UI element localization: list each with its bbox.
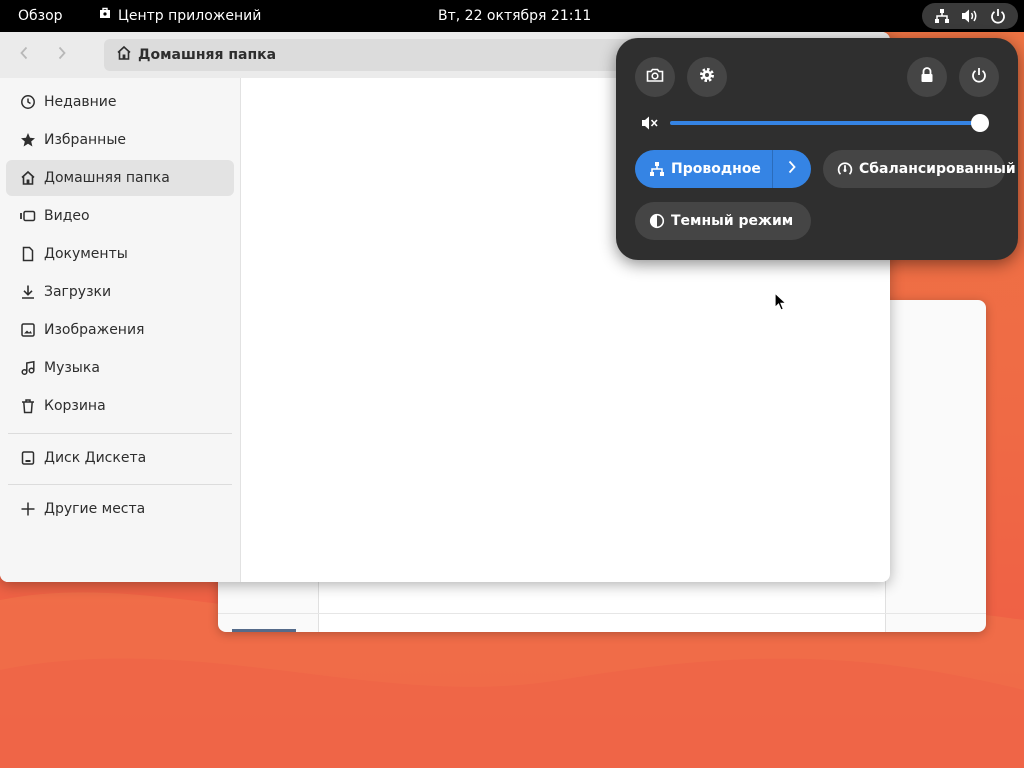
sidebar-item-label: Корзина [44, 398, 106, 414]
volume-slider[interactable] [670, 114, 989, 132]
sidebar-item-label: Другие места [44, 501, 146, 517]
path-bar[interactable]: Домашняя папка [104, 39, 704, 71]
lock-screen-button[interactable] [907, 57, 947, 97]
volume-slider-fill [670, 121, 980, 125]
gear-icon [698, 66, 716, 88]
power-mode-toggle[interactable]: Сбалансированный [823, 150, 1016, 188]
power-mode-label: Сбалансированный [859, 161, 1016, 177]
app-menu-button[interactable]: Центр приложений [98, 0, 261, 32]
activities-button[interactable]: Обзор [18, 0, 63, 32]
network-wired-icon [649, 161, 665, 177]
app-name: Центр приложений [118, 8, 262, 24]
network-toggle-label: Проводное [671, 161, 761, 177]
sidebar: Недавние Избранные Домашняя папка Видео … [0, 78, 241, 582]
volume-icon [961, 8, 979, 24]
dark-mode-label: Темный режим [671, 213, 794, 229]
home-icon [116, 45, 132, 65]
dark-mode-icon [649, 213, 665, 229]
mouse-cursor-icon [774, 292, 788, 311]
sidebar-item-label: Музыка [44, 360, 100, 376]
chevron-right-icon [787, 160, 797, 178]
document-icon [20, 246, 36, 262]
sidebar-item-label: Документы [44, 246, 128, 262]
sidebar-divider [8, 433, 232, 434]
top-bar: Обзор Центр приложений Вт, 22 октября 21… [0, 0, 1024, 32]
sidebar-item-downloads[interactable]: Загрузки [6, 274, 234, 310]
music-icon [20, 360, 36, 376]
sidebar-item-starred[interactable]: Избранные [6, 122, 234, 158]
sidebar-item-floppy-drive[interactable]: Диск Дискета [6, 440, 234, 476]
sidebar-item-label: Диск Дискета [44, 450, 147, 466]
sidebar-item-other-locations[interactable]: Другие места [6, 491, 234, 527]
trash-icon [20, 398, 36, 414]
plus-icon [20, 501, 36, 517]
drive-icon [20, 450, 36, 466]
clock[interactable]: Вт, 22 октября 21:11 [438, 0, 591, 32]
thumbnail [232, 629, 296, 632]
path-label: Домашняя папка [138, 47, 277, 63]
network-toggle[interactable]: Проводное [635, 150, 811, 188]
network-wired-icon [934, 8, 950, 24]
sidebar-item-pictures[interactable]: Изображения [6, 312, 234, 348]
sidebar-item-documents[interactable]: Документы [6, 236, 234, 272]
app-center-icon [98, 0, 112, 32]
sidebar-item-home[interactable]: Домашняя папка [6, 160, 234, 196]
sidebar-item-label: Избранные [44, 132, 126, 148]
sidebar-item-music[interactable]: Музыка [6, 350, 234, 386]
sidebar-item-label: Изображения [44, 322, 145, 338]
settings-button[interactable] [687, 57, 727, 97]
power-profile-icon [837, 161, 853, 177]
sidebar-item-label: Загрузки [44, 284, 112, 300]
chevron-left-icon [19, 46, 29, 64]
sidebar-divider [8, 484, 232, 485]
dark-mode-toggle[interactable]: Темный режим [635, 202, 811, 240]
sidebar-item-label: Видео [44, 208, 90, 224]
quick-settings-menu: Проводное Сбалансированный Темный режим [616, 38, 1018, 260]
video-icon [20, 208, 36, 224]
forward-button[interactable] [49, 42, 75, 68]
power-icon [990, 8, 1006, 24]
sidebar-item-recent[interactable]: Недавние [6, 84, 234, 120]
divider [218, 613, 986, 614]
home-icon [20, 170, 36, 186]
system-tray[interactable] [922, 3, 1018, 29]
power-icon [971, 67, 987, 87]
clock-icon [20, 94, 36, 110]
volume-slider-handle[interactable] [970, 114, 989, 132]
sidebar-item-videos[interactable]: Видео [6, 198, 234, 234]
volume-muted-icon[interactable] [640, 113, 660, 133]
chevron-right-icon [57, 46, 67, 64]
sidebar-item-label: Недавние [44, 94, 117, 110]
screenshot-button[interactable] [635, 57, 675, 97]
lock-icon [920, 67, 934, 87]
network-menu-button[interactable] [772, 150, 811, 188]
download-icon [20, 284, 36, 300]
sidebar-item-label: Домашняя папка [44, 170, 170, 186]
sidebar-item-trash[interactable]: Корзина [6, 388, 234, 424]
back-button[interactable] [11, 42, 37, 68]
camera-icon [646, 67, 664, 87]
power-menu-button[interactable] [959, 57, 999, 97]
star-icon [20, 132, 36, 148]
image-icon [20, 322, 36, 338]
